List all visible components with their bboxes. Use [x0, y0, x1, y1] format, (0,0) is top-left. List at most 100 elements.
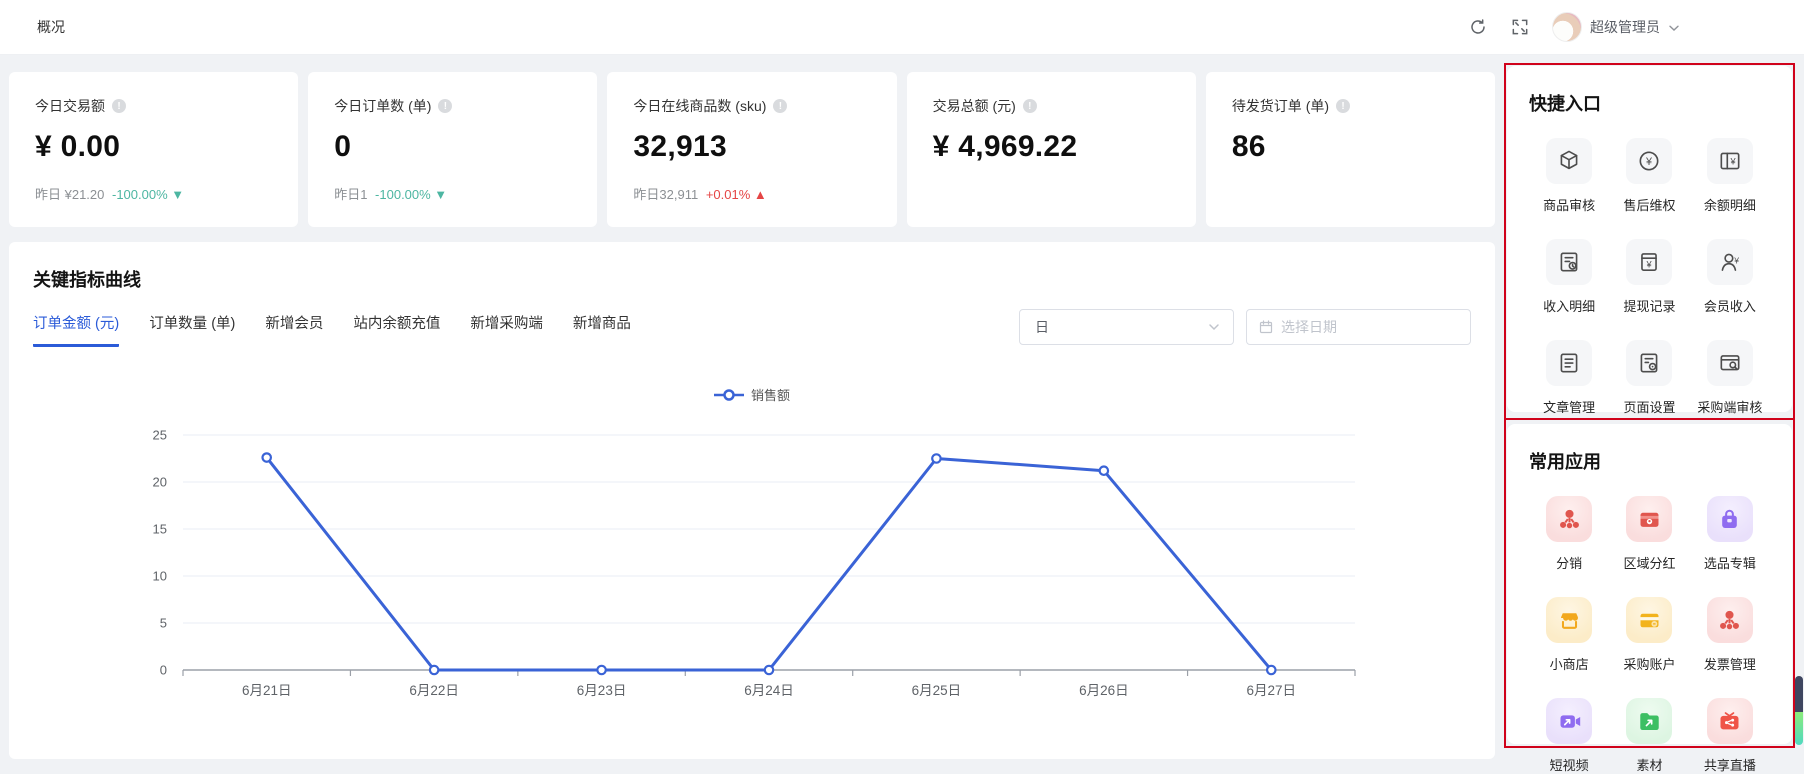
- quick-entry-grid: 商品审核 ¥售后维权 ¥ 余额明细收入明细 ¥ 提现记录 ¥ 会员收入文章管理页面设置 采购端审…: [1529, 138, 1770, 416]
- quick-entry-item-label: 会员收入: [1704, 296, 1756, 315]
- info-icon[interactable]: !: [773, 99, 787, 113]
- fullscreen-icon[interactable]: [1510, 17, 1530, 37]
- svg-text:6月23日: 6月23日: [577, 683, 627, 698]
- quick-entry-item-label: 余额明细: [1704, 195, 1756, 214]
- common-app-item[interactable]: 选品专辑: [1704, 496, 1756, 572]
- quick-entry-item[interactable]: 页面设置: [1623, 340, 1675, 416]
- quick-entry-item[interactable]: 采购端审核: [1697, 340, 1762, 416]
- user-menu[interactable]: 超级管理员: [1552, 12, 1680, 42]
- income-detail-icon: [1546, 239, 1592, 285]
- date-picker[interactable]: 选择日期: [1246, 309, 1471, 345]
- member-income-icon: ¥: [1707, 239, 1753, 285]
- svg-text:6月21日: 6月21日: [242, 683, 292, 698]
- period-select[interactable]: 日: [1019, 309, 1234, 345]
- metric-tab[interactable]: 订单金额 (元): [33, 312, 119, 347]
- quick-entry-item[interactable]: ¥ 余额明细: [1704, 138, 1756, 214]
- stat-card-label: 今日订单数 (单)!: [334, 96, 571, 116]
- svg-text:25: 25: [153, 428, 167, 443]
- common-app-item[interactable]: 共享直播: [1704, 698, 1756, 774]
- key-metrics-panel: 关键指标曲线 订单金额 (元) 订单数量 (单) 新增会员站内余额充值新增采购端新增…: [9, 242, 1495, 759]
- shared-live-icon: [1707, 698, 1753, 744]
- region-bonus-icon: [1626, 496, 1672, 542]
- stat-delta: -100.00% ▼: [108, 187, 184, 202]
- quick-entry-item-label: 商品审核: [1543, 195, 1595, 214]
- common-app-item[interactable]: 短视频: [1546, 698, 1592, 774]
- stat-card-label-text: 今日在线商品数 (sku): [633, 96, 766, 116]
- stat-card-label-text: 今日订单数 (单): [334, 96, 431, 116]
- metric-tab[interactable]: 订单数量 (单): [149, 312, 235, 347]
- scrollbar[interactable]: [1795, 676, 1803, 745]
- quick-entry-item-label: 提现记录: [1623, 296, 1675, 315]
- metric-tab[interactable]: 新增会员: [265, 312, 323, 347]
- panel-title: 关键指标曲线: [33, 266, 1471, 292]
- legend-item-sales[interactable]: 销售额: [714, 385, 790, 404]
- svg-text:15: 15: [153, 522, 167, 537]
- balance-detail-icon: ¥: [1707, 138, 1753, 184]
- quick-entry-item[interactable]: 收入明细: [1543, 239, 1595, 315]
- quick-entry-item[interactable]: ¥ 提现记录: [1623, 239, 1675, 315]
- common-apps-grid: 分销区域分红选品专辑小商店 采购账户 发票管理短视频 素材 共享直播: [1529, 496, 1770, 774]
- common-app-item-label: 小商店: [1550, 654, 1589, 673]
- quick-entry-item-label: 收入明细: [1543, 296, 1595, 315]
- right-sidebar: 快捷入口 商品审核 ¥售后维权 ¥ 余额明细收入明细 ¥ 提现记录 ¥ 会员收入文章管理页面设…: [1504, 63, 1795, 748]
- common-app-item[interactable]: 采购账户: [1623, 597, 1675, 673]
- distribution-icon: [1546, 496, 1592, 542]
- sales-chart-svg: 05101520256月21日6月22日6月23日6月24日6月25日6月26日…: [33, 418, 1471, 726]
- stat-card-value: ¥ 0.00: [35, 130, 272, 164]
- chevron-down-icon: [1207, 320, 1221, 334]
- album-icon: [1707, 496, 1753, 542]
- common-app-item[interactable]: 素材: [1626, 698, 1672, 774]
- quick-entry-item[interactable]: ¥售后维权: [1623, 138, 1675, 214]
- stat-prev-value: 昨日1: [334, 187, 367, 202]
- common-app-item-label: 共享直播: [1704, 755, 1756, 774]
- info-icon[interactable]: !: [438, 99, 452, 113]
- metric-tab[interactable]: 站内余额充值: [353, 312, 440, 347]
- info-icon[interactable]: !: [1023, 99, 1037, 113]
- stat-delta: +0.01% ▲: [702, 187, 767, 202]
- metric-tabs: 订单金额 (元) 订单数量 (单) 新增会员站内余额充值新增采购端新增商品: [33, 312, 631, 347]
- common-app-item[interactable]: 区域分红: [1623, 496, 1675, 572]
- info-icon[interactable]: !: [112, 99, 126, 113]
- common-apps-title: 常用应用: [1529, 448, 1770, 474]
- svg-text:6月25日: 6月25日: [912, 683, 962, 698]
- stat-card-label-text: 交易总额 (元): [933, 96, 1016, 116]
- quick-entry-item-label: 页面设置: [1623, 397, 1675, 416]
- user-name: 超级管理员: [1590, 17, 1660, 37]
- chart-legend: 销售额: [33, 385, 1471, 404]
- quick-entry-item[interactable]: 文章管理: [1543, 340, 1595, 416]
- common-app-item-label: 素材: [1636, 755, 1662, 774]
- chart-controls-row: 订单金额 (元) 订单数量 (单) 新增会员站内余额充值新增采购端新增商品 日 选择…: [33, 312, 1471, 347]
- metric-tab[interactable]: 新增采购端: [470, 312, 543, 347]
- svg-text:6月27日: 6月27日: [1247, 683, 1297, 698]
- stat-card-subtext: 昨日32,911 +0.01% ▲: [633, 184, 870, 203]
- quick-entry-item[interactable]: ¥ 会员收入: [1704, 239, 1756, 315]
- common-app-item-label: 短视频: [1550, 755, 1589, 774]
- refresh-icon[interactable]: [1468, 17, 1488, 37]
- stat-card-label-text: 待发货订单 (单): [1232, 96, 1329, 116]
- svg-text:6月24日: 6月24日: [744, 683, 794, 698]
- short-video-icon: [1546, 698, 1592, 744]
- quick-entry-title: 快捷入口: [1529, 90, 1770, 116]
- info-icon[interactable]: !: [1336, 99, 1350, 113]
- shop-icon: [1546, 597, 1592, 643]
- svg-text:0: 0: [160, 663, 167, 678]
- article-manage-icon: [1546, 340, 1592, 386]
- common-app-item[interactable]: 分销: [1546, 496, 1592, 572]
- quick-entry-item[interactable]: 商品审核: [1543, 138, 1595, 214]
- common-app-item-label: 采购账户: [1623, 654, 1675, 673]
- svg-text:5: 5: [160, 616, 167, 631]
- chart-filters: 日 选择日期: [1019, 309, 1471, 345]
- stat-card: 今日订单数 (单)!0昨日1 -100.00% ▼: [308, 72, 597, 227]
- svg-text:¥: ¥: [1729, 156, 1736, 166]
- common-app-item[interactable]: 发票管理: [1704, 597, 1756, 673]
- stat-card: 今日在线商品数 (sku)!32,913昨日32,911 +0.01% ▲: [607, 72, 896, 227]
- stat-prev-value: 昨日32,911: [633, 187, 698, 202]
- metric-tab[interactable]: 新增商品: [573, 312, 631, 347]
- stats-row: 今日交易额!¥ 0.00昨日 ¥21.20 -100.00% ▼今日订单数 (单…: [9, 72, 1495, 227]
- calendar-icon: [1259, 320, 1273, 334]
- common-app-item[interactable]: 小商店: [1546, 597, 1592, 673]
- svg-text:10: 10: [153, 569, 167, 584]
- withdraw-record-icon: ¥: [1626, 239, 1672, 285]
- green-indicator[interactable]: [1795, 712, 1803, 745]
- scrollbar-thumb[interactable]: [1795, 676, 1803, 712]
